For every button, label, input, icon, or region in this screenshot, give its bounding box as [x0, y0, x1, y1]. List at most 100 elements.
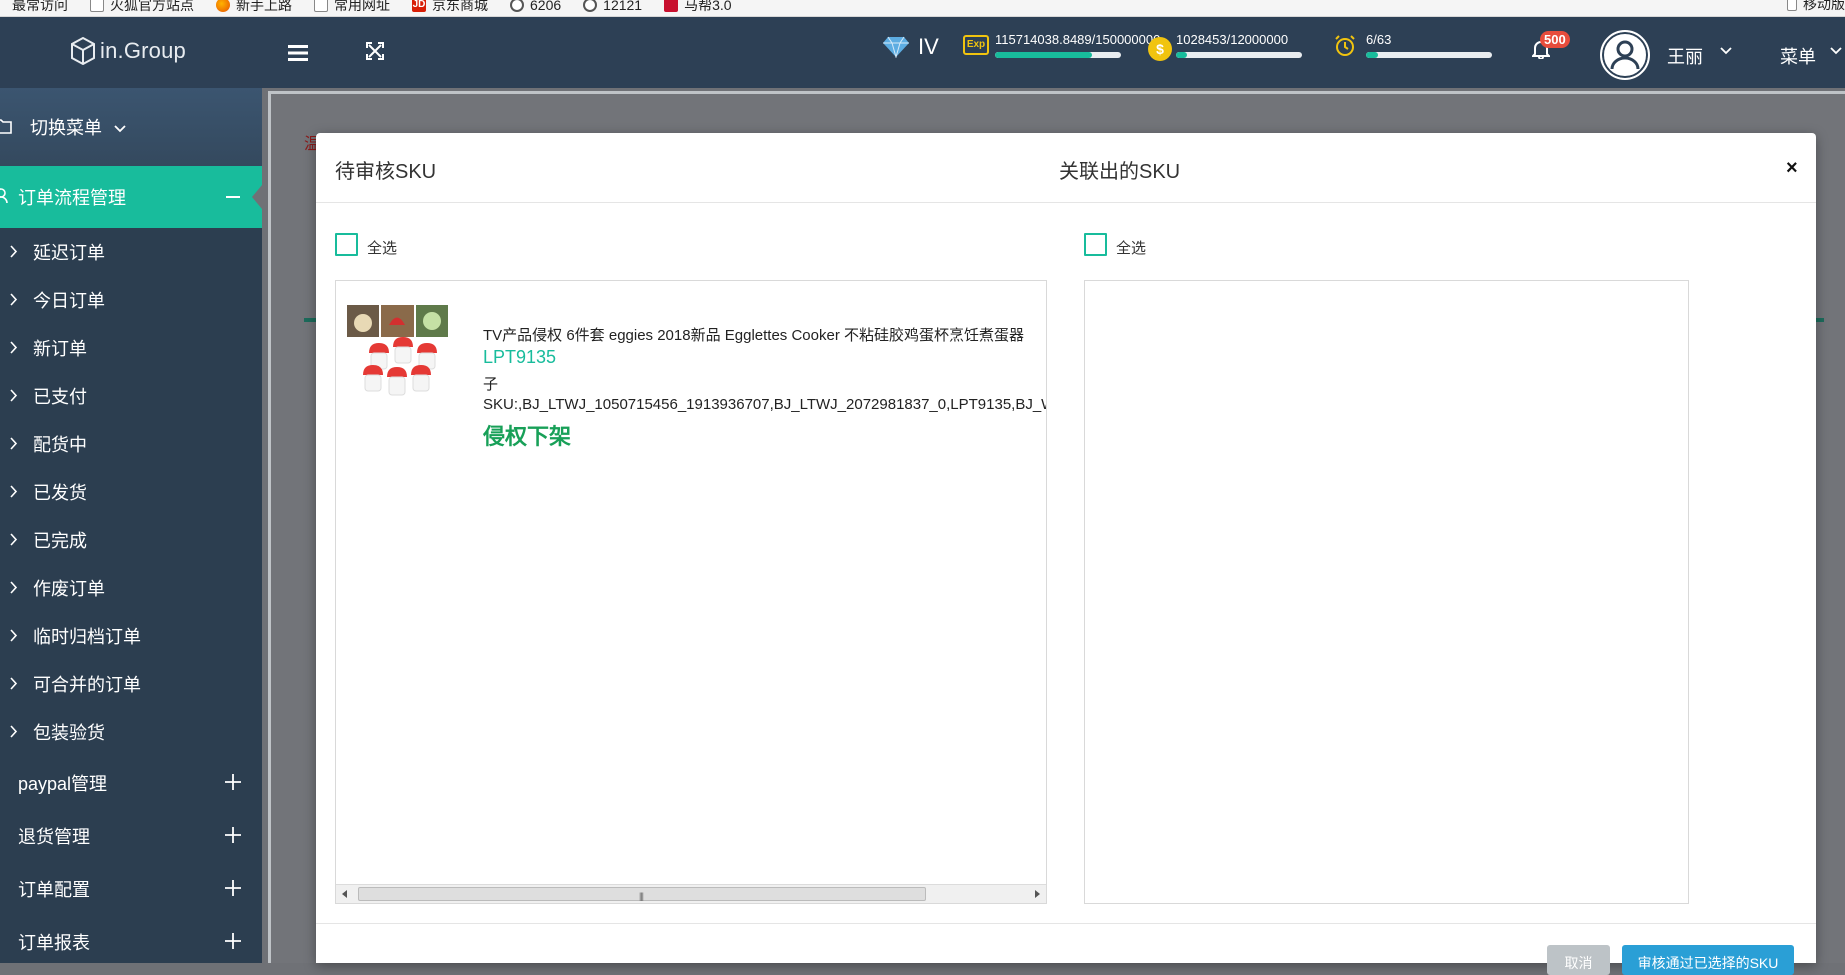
sidebar-subitem-label: 已发货 — [33, 483, 87, 503]
plus-icon — [225, 774, 241, 790]
exp-meter: Exp 115714038.8489/150000000 — [963, 33, 1160, 58]
globe-icon — [510, 0, 524, 12]
sidebar-subitem[interactable]: 今日订单 — [0, 276, 262, 324]
sidebar-subitem-label: 新订单 — [33, 339, 87, 359]
sidebar-subitem[interactable]: 已发货 — [0, 468, 262, 516]
sidebar-subitem-label: 已完成 — [33, 531, 87, 551]
app-logo[interactable]: in.Group — [70, 37, 186, 65]
exp-bar-fill — [995, 52, 1093, 58]
child-sku-label: 子 — [483, 376, 499, 393]
product-thumbnail[interactable] — [347, 305, 448, 405]
bookmark-6206[interactable]: 6206 — [510, 0, 561, 12]
switch-menu[interactable]: 切换菜单 — [0, 88, 262, 166]
sidebar-subitem-label: 配货中 — [33, 435, 87, 455]
sidebar-group[interactable]: paypal管理 — [0, 756, 262, 809]
sidebar-subitem-label: 包装验货 — [33, 723, 105, 743]
folder-icon — [0, 119, 12, 134]
sidebar-group-label: 订单配置 — [18, 879, 90, 900]
scroll-right-arrow-icon[interactable] — [1035, 890, 1040, 898]
mabang-icon — [664, 0, 679, 12]
approve-selected-button[interactable]: 审核通过已选择的SKU — [1622, 945, 1794, 975]
alarm-clock-icon — [1335, 35, 1355, 56]
bookmark-12121[interactable]: 12121 — [583, 0, 642, 12]
collapse-icon — [226, 196, 240, 198]
sidebar-group[interactable]: 退货管理 — [0, 809, 262, 862]
coin-icon: $ — [1148, 37, 1172, 61]
switch-menu-label: 切换菜单 — [30, 118, 102, 138]
close-icon[interactable]: × — [1786, 158, 1798, 178]
top-header: in.Group IV Exp 115714038.8489/150000000… — [0, 17, 1845, 88]
sidebar-group-label: 退货管理 — [18, 826, 90, 847]
sidebar-subitem-label: 今日订单 — [33, 291, 105, 311]
bookmark-jd[interactable]: JD 京东商城 — [412, 0, 488, 12]
bookmark-mobile[interactable]: 移动版 — [1787, 0, 1845, 14]
task-text: 6/63 — [1366, 32, 1392, 47]
task-bar — [1366, 52, 1492, 58]
select-all-left-checkbox[interactable] — [335, 233, 358, 256]
sidebar-subitem-label: 临时归档订单 — [33, 627, 141, 647]
sidebar-subitem-label: 已支付 — [33, 387, 87, 407]
select-all-right-label[interactable]: 全选 — [1116, 237, 1146, 258]
child-sku-list: SKU:,BJ_LTWJ_1050715456_1913936707,BJ_LT… — [483, 396, 1047, 413]
sidebar-subitem[interactable]: 临时归档订单 — [0, 612, 262, 660]
chevron-right-icon — [10, 725, 18, 738]
chevron-down-icon[interactable] — [1720, 47, 1732, 55]
chevron-down-icon[interactable] — [1830, 47, 1842, 55]
chevron-right-icon — [10, 533, 18, 546]
cancel-button[interactable]: 取消 — [1547, 945, 1610, 975]
task-bar-fill — [1366, 52, 1378, 58]
chevron-right-icon — [10, 677, 18, 690]
select-all-left-label[interactable]: 全选 — [367, 237, 397, 258]
bookmark-firefox-site[interactable]: 火狐官方站点 — [90, 0, 194, 12]
folder-icon — [314, 0, 328, 12]
scrollbar-thumb[interactable]: ||| — [358, 887, 926, 901]
sidebar-subitem[interactable]: 作废订单 — [0, 564, 262, 612]
pending-sku-panel: TV产品侵权 6件套 eggies 2018新品 Egglettes Cooke… — [335, 280, 1047, 904]
plus-icon — [225, 933, 241, 949]
user-name[interactable]: 王丽 — [1667, 43, 1703, 69]
bookmark-getting-started[interactable]: 新手上路 — [216, 0, 292, 12]
active-pointer — [252, 185, 262, 209]
sku-code-link[interactable]: LPT9135 — [483, 347, 556, 368]
cube-logo-icon — [71, 37, 95, 65]
task-meter: 6/63 — [1334, 33, 1492, 58]
exp-text: 115714038.8489/150000000 — [995, 32, 1161, 47]
chevron-right-icon — [10, 245, 18, 258]
coin-bar — [1176, 52, 1302, 58]
bookmark-mabang[interactable]: 马帮3.0 — [664, 0, 732, 12]
chevron-right-icon — [10, 485, 18, 498]
firefox-icon — [216, 0, 230, 12]
sidebar-subitem[interactable]: 配货中 — [0, 420, 262, 468]
jd-icon: JD — [412, 0, 426, 12]
scroll-left-arrow-icon[interactable] — [342, 890, 347, 898]
bookmark-common-urls[interactable]: 常用网址 — [314, 0, 390, 12]
chevron-down-icon — [114, 124, 126, 132]
sidebar-group[interactable]: 订单配置 — [0, 862, 262, 915]
sidebar-subitem[interactable]: 延迟订单 — [0, 228, 262, 276]
avatar[interactable] — [1600, 30, 1650, 80]
sidebar-subitem[interactable]: 已完成 — [0, 516, 262, 564]
horizontal-scrollbar[interactable]: ||| — [336, 884, 1046, 903]
diamond-icon — [883, 36, 909, 58]
sidebar-subitem-label: 延迟订单 — [33, 243, 105, 263]
bookmark-most-visited[interactable]: 最常访问 — [0, 0, 68, 12]
coin-text: 1028453/12000000 — [1176, 32, 1289, 47]
plus-icon — [225, 880, 241, 896]
sku-product-title: TV产品侵权 6件套 eggies 2018新品 Egglettes Cooke… — [483, 327, 1024, 344]
menu-dropdown-label[interactable]: 菜单 — [1780, 43, 1816, 69]
sidebar-subitem[interactable]: 包装验货 — [0, 708, 262, 756]
notification-badge[interactable]: 500 — [1540, 31, 1570, 48]
chevron-right-icon — [10, 581, 18, 594]
mobile-icon — [1787, 0, 1797, 11]
linked-sku-panel — [1084, 280, 1689, 904]
sidebar-subitem[interactable]: 已支付 — [0, 372, 262, 420]
chevron-right-icon — [10, 293, 18, 306]
select-all-right-checkbox[interactable] — [1084, 233, 1107, 256]
sidebar-subitem[interactable]: 新订单 — [0, 324, 262, 372]
hamburger-menu-icon[interactable] — [288, 45, 308, 66]
sidebar-subitem[interactable]: 可合并的订单 — [0, 660, 262, 708]
fullscreen-icon[interactable] — [366, 42, 384, 65]
sidebar-item-order-flow[interactable]: 订单流程管理 — [0, 166, 262, 228]
gear-icon — [0, 0, 6, 12]
sidebar-group[interactable]: 订单报表 — [0, 915, 262, 963]
